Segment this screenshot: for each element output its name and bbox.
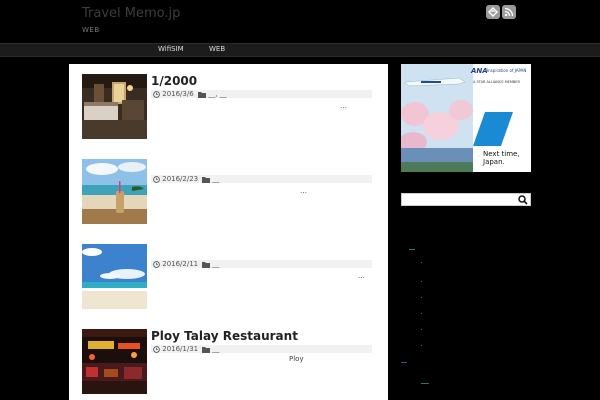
folder-icon	[202, 346, 210, 353]
post-meta: 2016/2/11 __	[151, 260, 372, 268]
sidebar-divider	[401, 362, 407, 363]
post-thumbnail[interactable]	[82, 159, 147, 224]
post-category-text: __	[212, 260, 220, 268]
clock-icon	[153, 175, 160, 183]
nav-item-web[interactable]: WEB	[209, 45, 225, 53]
folder-icon	[202, 261, 210, 268]
site-header: Travel Memo.jp WEB	[0, 0, 600, 44]
post-date-text: 2016/3/6	[162, 90, 194, 98]
search-input[interactable]	[401, 193, 531, 206]
post-date-text: 2016/2/23	[162, 175, 199, 183]
post-category[interactable]: __	[202, 175, 219, 183]
search-icon[interactable]	[518, 195, 528, 205]
post-date: 2016/1/31	[153, 345, 198, 353]
clock-icon	[153, 90, 160, 98]
ad-headline-1: Next time,	[483, 150, 520, 158]
sidebar-divider	[421, 297, 422, 298]
folder-icon	[202, 176, 210, 183]
sidebar-divider	[421, 345, 422, 346]
main-nav: WifiSIM WEB	[0, 43, 600, 57]
post-date: 2016/2/23	[153, 175, 198, 183]
sidebar-divider	[421, 329, 422, 330]
nav-item-wifisim[interactable]: WifiSIM	[158, 45, 184, 53]
post-list: 1/2000 2016/3/6 __, __ … 2016/2/23 __ … …	[69, 64, 388, 400]
rss-icon[interactable]	[502, 5, 516, 19]
post-thumbnail[interactable]	[82, 74, 147, 139]
post-category[interactable]: __	[202, 260, 219, 268]
post-date-text: 2016/2/11	[162, 260, 199, 268]
ad-brand: ANA	[471, 67, 488, 75]
post-excerpt: Ploy	[289, 355, 304, 363]
post-date: 2016/3/6	[153, 90, 194, 98]
post-thumbnail[interactable]	[82, 244, 147, 309]
post-excerpt: …	[340, 102, 347, 110]
ad-tagline: Inspiration of JAPAN	[487, 68, 527, 73]
sidebar-divider	[409, 249, 415, 250]
sidebar-divider	[421, 281, 422, 282]
post-date-text: 2016/1/31	[162, 345, 199, 353]
post-category-text: __, __	[208, 90, 227, 98]
sidebar-divider	[421, 262, 422, 263]
post-meta: 2016/1/31 __	[151, 345, 372, 353]
clock-icon	[153, 260, 160, 268]
sidebar-divider	[421, 383, 429, 384]
sidebar-ad[interactable]: ANA Inspiration of JAPAN A STAR ALLIANCE…	[401, 64, 531, 172]
ad-alliance: A STAR ALLIANCE MEMBER	[473, 80, 520, 84]
post-category-text: __	[212, 175, 220, 183]
site-description: WEB	[82, 26, 100, 34]
post-category[interactable]: __, __	[198, 90, 227, 98]
feedly-icon[interactable]	[486, 5, 500, 19]
post-category-text: __	[212, 345, 220, 353]
clock-icon	[153, 345, 160, 353]
post-meta: 2016/3/6 __, __	[151, 90, 372, 98]
post-excerpt: …	[300, 187, 307, 195]
post-category[interactable]: __	[202, 345, 219, 353]
ad-headline-2: Japan.	[483, 158, 505, 166]
post-title[interactable]: Ploy Talay Restaurant	[151, 329, 298, 343]
sidebar-divider	[421, 313, 422, 314]
post-meta: 2016/2/23 __	[151, 175, 372, 183]
post-excerpt: …	[358, 272, 365, 280]
site-title[interactable]: Travel Memo.jp	[82, 6, 180, 21]
post-title[interactable]: 1/2000	[151, 74, 197, 88]
folder-icon	[198, 91, 206, 98]
post-date: 2016/2/11	[153, 260, 198, 268]
post-thumbnail[interactable]	[82, 329, 147, 394]
